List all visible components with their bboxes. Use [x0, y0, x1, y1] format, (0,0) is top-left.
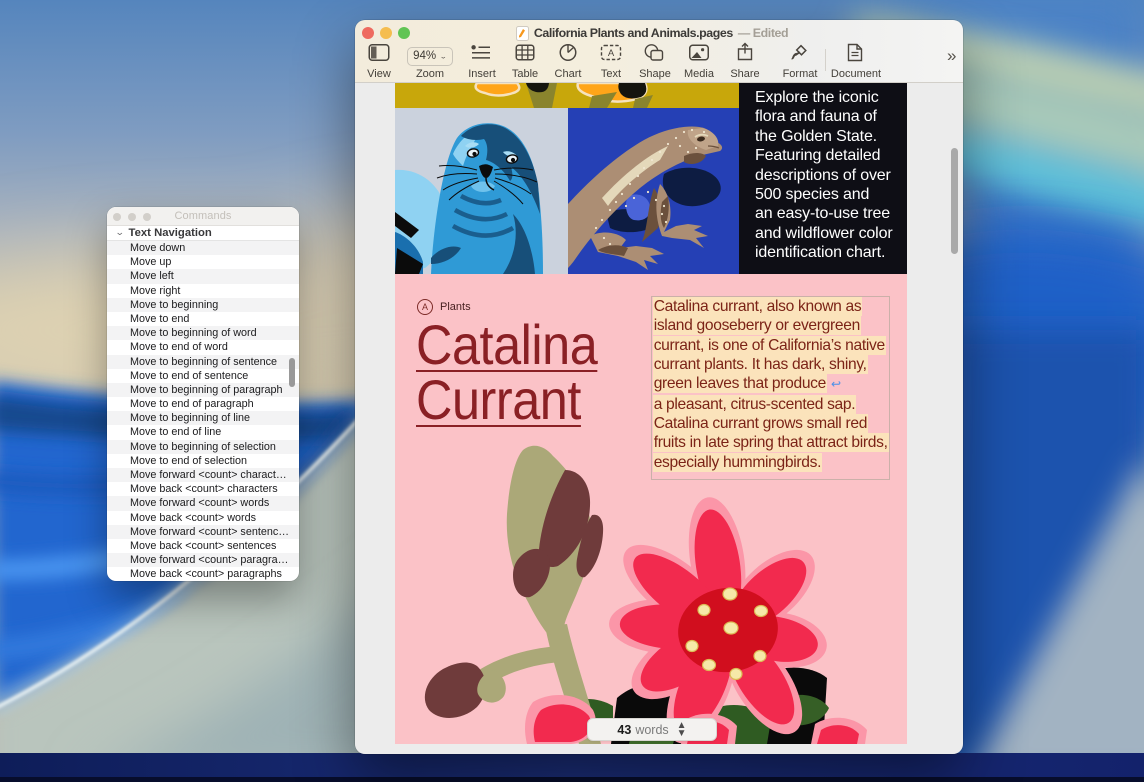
- svg-text:A: A: [608, 48, 615, 59]
